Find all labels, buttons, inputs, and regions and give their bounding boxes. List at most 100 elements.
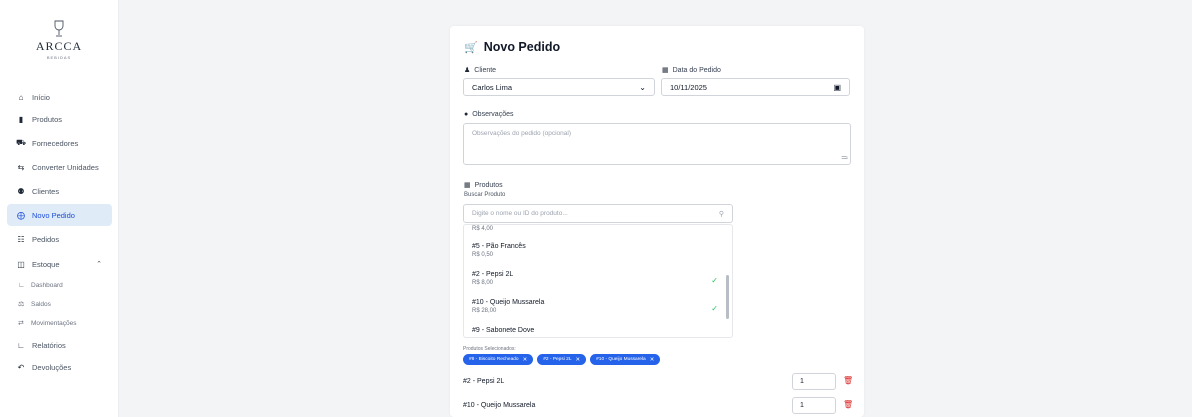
buscar-produto-input[interactable]: Digite o nome ou ID do produto... ⚲ — [463, 204, 733, 223]
calendar-icon: ▦ — [662, 67, 669, 74]
data-pedido-field[interactable]: 10/11/2025 ▣ — [661, 78, 850, 96]
sidebar-item-relatorios[interactable]: ∟ Relatórios — [7, 334, 112, 356]
option-name: #2 - Pepsi 2L — [472, 271, 514, 278]
option-name: #10 - Queijo Mussarela — [472, 299, 545, 306]
selected-chips: #8 - Biscoito Recheado ✕ #2 - Pepsi 2L ✕… — [463, 354, 661, 365]
data-label-text: Data do Pedido — [672, 66, 721, 74]
dropdown-partial-price: R$ 4,00 — [472, 226, 494, 232]
page-title-text: Novo Pedido — [483, 40, 561, 54]
quantity-input[interactable]: 1 — [792, 397, 836, 414]
sidebar-subitem-dashboard[interactable]: ∟ Dashboard — [18, 276, 63, 294]
quantity-input[interactable]: 1 — [792, 373, 836, 390]
comment-icon: ● — [464, 111, 469, 118]
sidebar-item-label: Produtos — [32, 114, 63, 124]
chevron-down-icon: ⌄ — [639, 82, 646, 92]
warehouse-icon: ◫ — [17, 259, 25, 269]
sidebar-item-estoque[interactable]: ◫ Estoque ⌃ — [7, 253, 112, 275]
dashboard-icon: ∟ — [18, 281, 25, 289]
selected-product-chip[interactable]: #2 - Pepsi 2L ✕ — [537, 354, 587, 365]
chevron-up-icon: ⌃ — [96, 261, 102, 268]
check-icon: ✓ — [711, 276, 718, 285]
sidebar-item-pedidos[interactable]: ☷ Pedidos — [7, 228, 112, 250]
observacoes-label-text: Observações — [472, 111, 514, 118]
option-price: R$ 8,00 — [472, 280, 494, 286]
balance-icon: ⚖ — [18, 301, 25, 308]
undo-icon: ↶ — [17, 362, 25, 372]
cart-icon: 🛒 — [464, 41, 478, 54]
users-icon: ⚉ — [17, 186, 25, 196]
dropdown-option[interactable]: #5 - Pão Francês R$ 0,50 — [472, 243, 526, 258]
sidebar-item-label: Devoluções — [32, 362, 72, 372]
swap-icon: ⇆ — [17, 162, 25, 172]
sidebar-item-devolucoes[interactable]: ↶ Devoluções — [7, 356, 112, 378]
chip-label: #8 - Biscoito Recheado — [469, 357, 519, 362]
check-icon: ✓ — [711, 304, 718, 313]
sidebar-item-label: Início — [32, 92, 50, 102]
novo-pedido-card: 🛒 Novo Pedido ♟ Cliente Carlos Lima ⌄ ▦ … — [450, 26, 864, 417]
cart-icon: ☷ — [17, 234, 25, 244]
buscar-produto-label: Buscar Produto — [464, 192, 506, 198]
cliente-select-value: Carlos Lima — [472, 82, 513, 92]
option-price: R$ 0,50 — [472, 252, 494, 258]
user-icon: ♟ — [464, 67, 471, 74]
trash-icon[interactable]: 🗑 — [843, 400, 853, 409]
sidebar-item-fornecedores[interactable]: ⛟ Fornecedores — [7, 132, 112, 154]
logo: ARCCA BEBIDAS — [30, 20, 88, 60]
brand-name: ARCCA — [35, 39, 83, 53]
close-icon[interactable]: ✕ — [523, 357, 528, 363]
sidebar: ARCCA BEBIDAS ⌂ Início ▮ Produtos ⛟ Forn… — [0, 0, 119, 417]
resize-handle-icon[interactable]: ≕ — [841, 154, 848, 162]
sidebar-subitem-movimentacoes[interactable]: ⇄ Movimentações — [18, 314, 77, 332]
plus-circle-icon: ⨁ — [17, 210, 25, 220]
sidebar-item-label: Relatórios — [32, 340, 66, 350]
quantity-value: 1 — [800, 402, 804, 409]
observacoes-label: ● Observações — [464, 111, 513, 118]
dropdown-scrollbar[interactable] — [726, 275, 729, 319]
sidebar-item-label: Novo Pedido — [32, 210, 75, 220]
cliente-select[interactable]: Carlos Lima ⌄ — [463, 78, 655, 96]
option-name: #5 - Pão Francês — [472, 243, 526, 250]
sidebar-item-converter-unidades[interactable]: ⇆ Converter Unidades — [7, 156, 112, 178]
chip-label: #2 - Pepsi 2L — [543, 357, 572, 362]
sidebar-item-inicio[interactable]: ⌂ Início — [7, 86, 112, 108]
observacoes-placeholder: Observações do pedido (opcional) — [472, 130, 572, 137]
boxes-icon: ▦ — [464, 182, 471, 189]
brand-tagline: BEBIDAS — [46, 55, 72, 60]
wine-glass-icon — [54, 20, 64, 37]
sidebar-subitem-label: Movimentações — [31, 319, 77, 327]
truck-icon: ⛟ — [15, 138, 27, 147]
sidebar-item-clientes[interactable]: ⚉ Clientes — [7, 180, 112, 202]
box-icon: ▮ — [18, 114, 24, 124]
produtos-label: ▦ Produtos — [464, 181, 503, 190]
sidebar-subitem-saldos[interactable]: ⚖ Saldos — [18, 295, 51, 313]
option-name: #9 - Sabonete Dove — [472, 327, 535, 334]
selected-product-chip[interactable]: #10 - Queijo Mussarela ✕ — [590, 354, 661, 365]
sidebar-item-label: Pedidos — [32, 234, 60, 244]
trash-icon[interactable]: 🗑 — [843, 376, 853, 385]
calendar-icon: ▣ — [833, 82, 841, 92]
quantity-value: 1 — [800, 378, 804, 385]
data-label: ▦ Data do Pedido — [662, 66, 721, 75]
dropdown-option[interactable]: #10 - Queijo Mussarela R$ 28,00 — [472, 299, 544, 314]
product-dropdown[interactable]: R$ 4,00 #5 - Pão Francês R$ 0,50 #2 - Pe… — [463, 224, 733, 338]
transfer-icon: ⇄ — [18, 320, 24, 327]
produtos-label-text: Produtos — [474, 181, 503, 189]
sidebar-item-label: Clientes — [32, 186, 60, 196]
selected-product-chip[interactable]: #8 - Biscoito Recheado ✕ — [463, 354, 534, 365]
produtos-selecionados-label: Produtos Selecionados: — [463, 346, 516, 352]
data-pedido-value: 10/11/2025 — [670, 82, 707, 92]
close-icon[interactable]: ✕ — [650, 357, 655, 363]
sidebar-item-novo-pedido[interactable]: ⨁ Novo Pedido — [7, 204, 112, 226]
order-item-name: #10 - Queijo Mussarela — [463, 402, 536, 409]
dropdown-option[interactable]: #9 - Sabonete Dove — [472, 327, 534, 334]
home-icon: ⌂ — [18, 92, 24, 102]
order-item-name: #2 - Pepsi 2L — [463, 378, 505, 385]
close-icon[interactable]: ✕ — [576, 357, 581, 363]
sidebar-subitem-label: Dashboard — [31, 281, 63, 289]
page-title: 🛒 Novo Pedido — [464, 40, 560, 54]
chart-icon: ∟ — [17, 340, 25, 350]
sidebar-item-produtos[interactable]: ▮ Produtos — [7, 108, 112, 130]
sidebar-subitem-label: Saldos — [31, 300, 51, 308]
dropdown-option[interactable]: #2 - Pepsi 2L R$ 8,00 — [472, 271, 513, 286]
observacoes-textarea[interactable]: Observações do pedido (opcional) ≕ — [463, 123, 851, 165]
